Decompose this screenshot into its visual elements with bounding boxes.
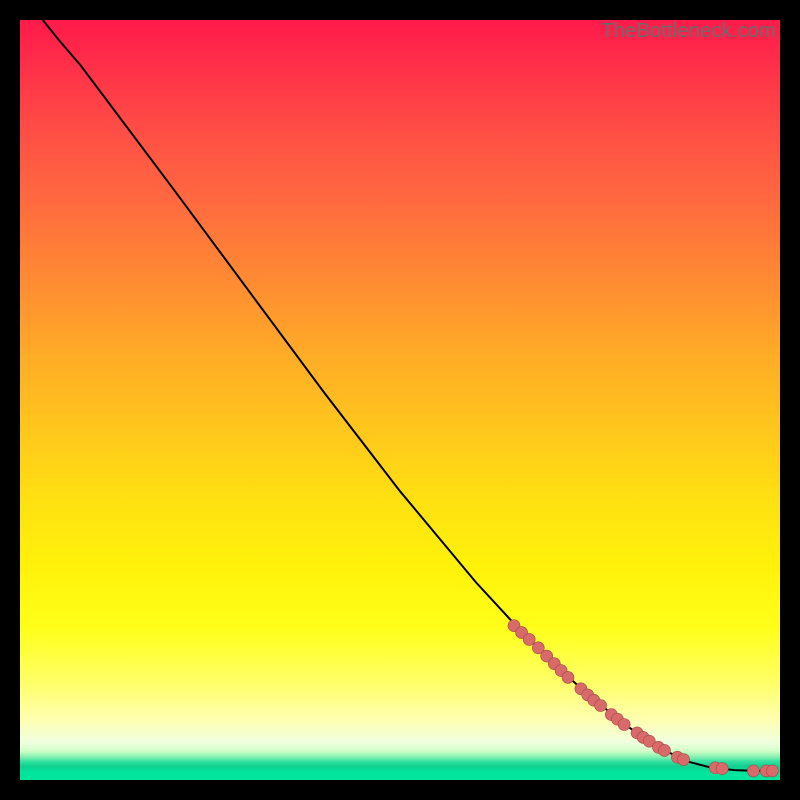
scatter-dot (716, 763, 728, 775)
scatter-dot (523, 633, 535, 645)
chart-frame: TheBottleneck.com (20, 20, 780, 780)
scatter-dot (562, 671, 574, 683)
scatter-dots-group (508, 620, 778, 777)
main-curve (43, 20, 773, 771)
scatter-dot (595, 700, 607, 712)
scatter-dot (766, 765, 778, 777)
chart-svg (20, 20, 780, 780)
scatter-dot (618, 719, 630, 731)
scatter-dot (678, 754, 690, 766)
scatter-dot (747, 765, 759, 777)
scatter-dot (659, 744, 671, 756)
